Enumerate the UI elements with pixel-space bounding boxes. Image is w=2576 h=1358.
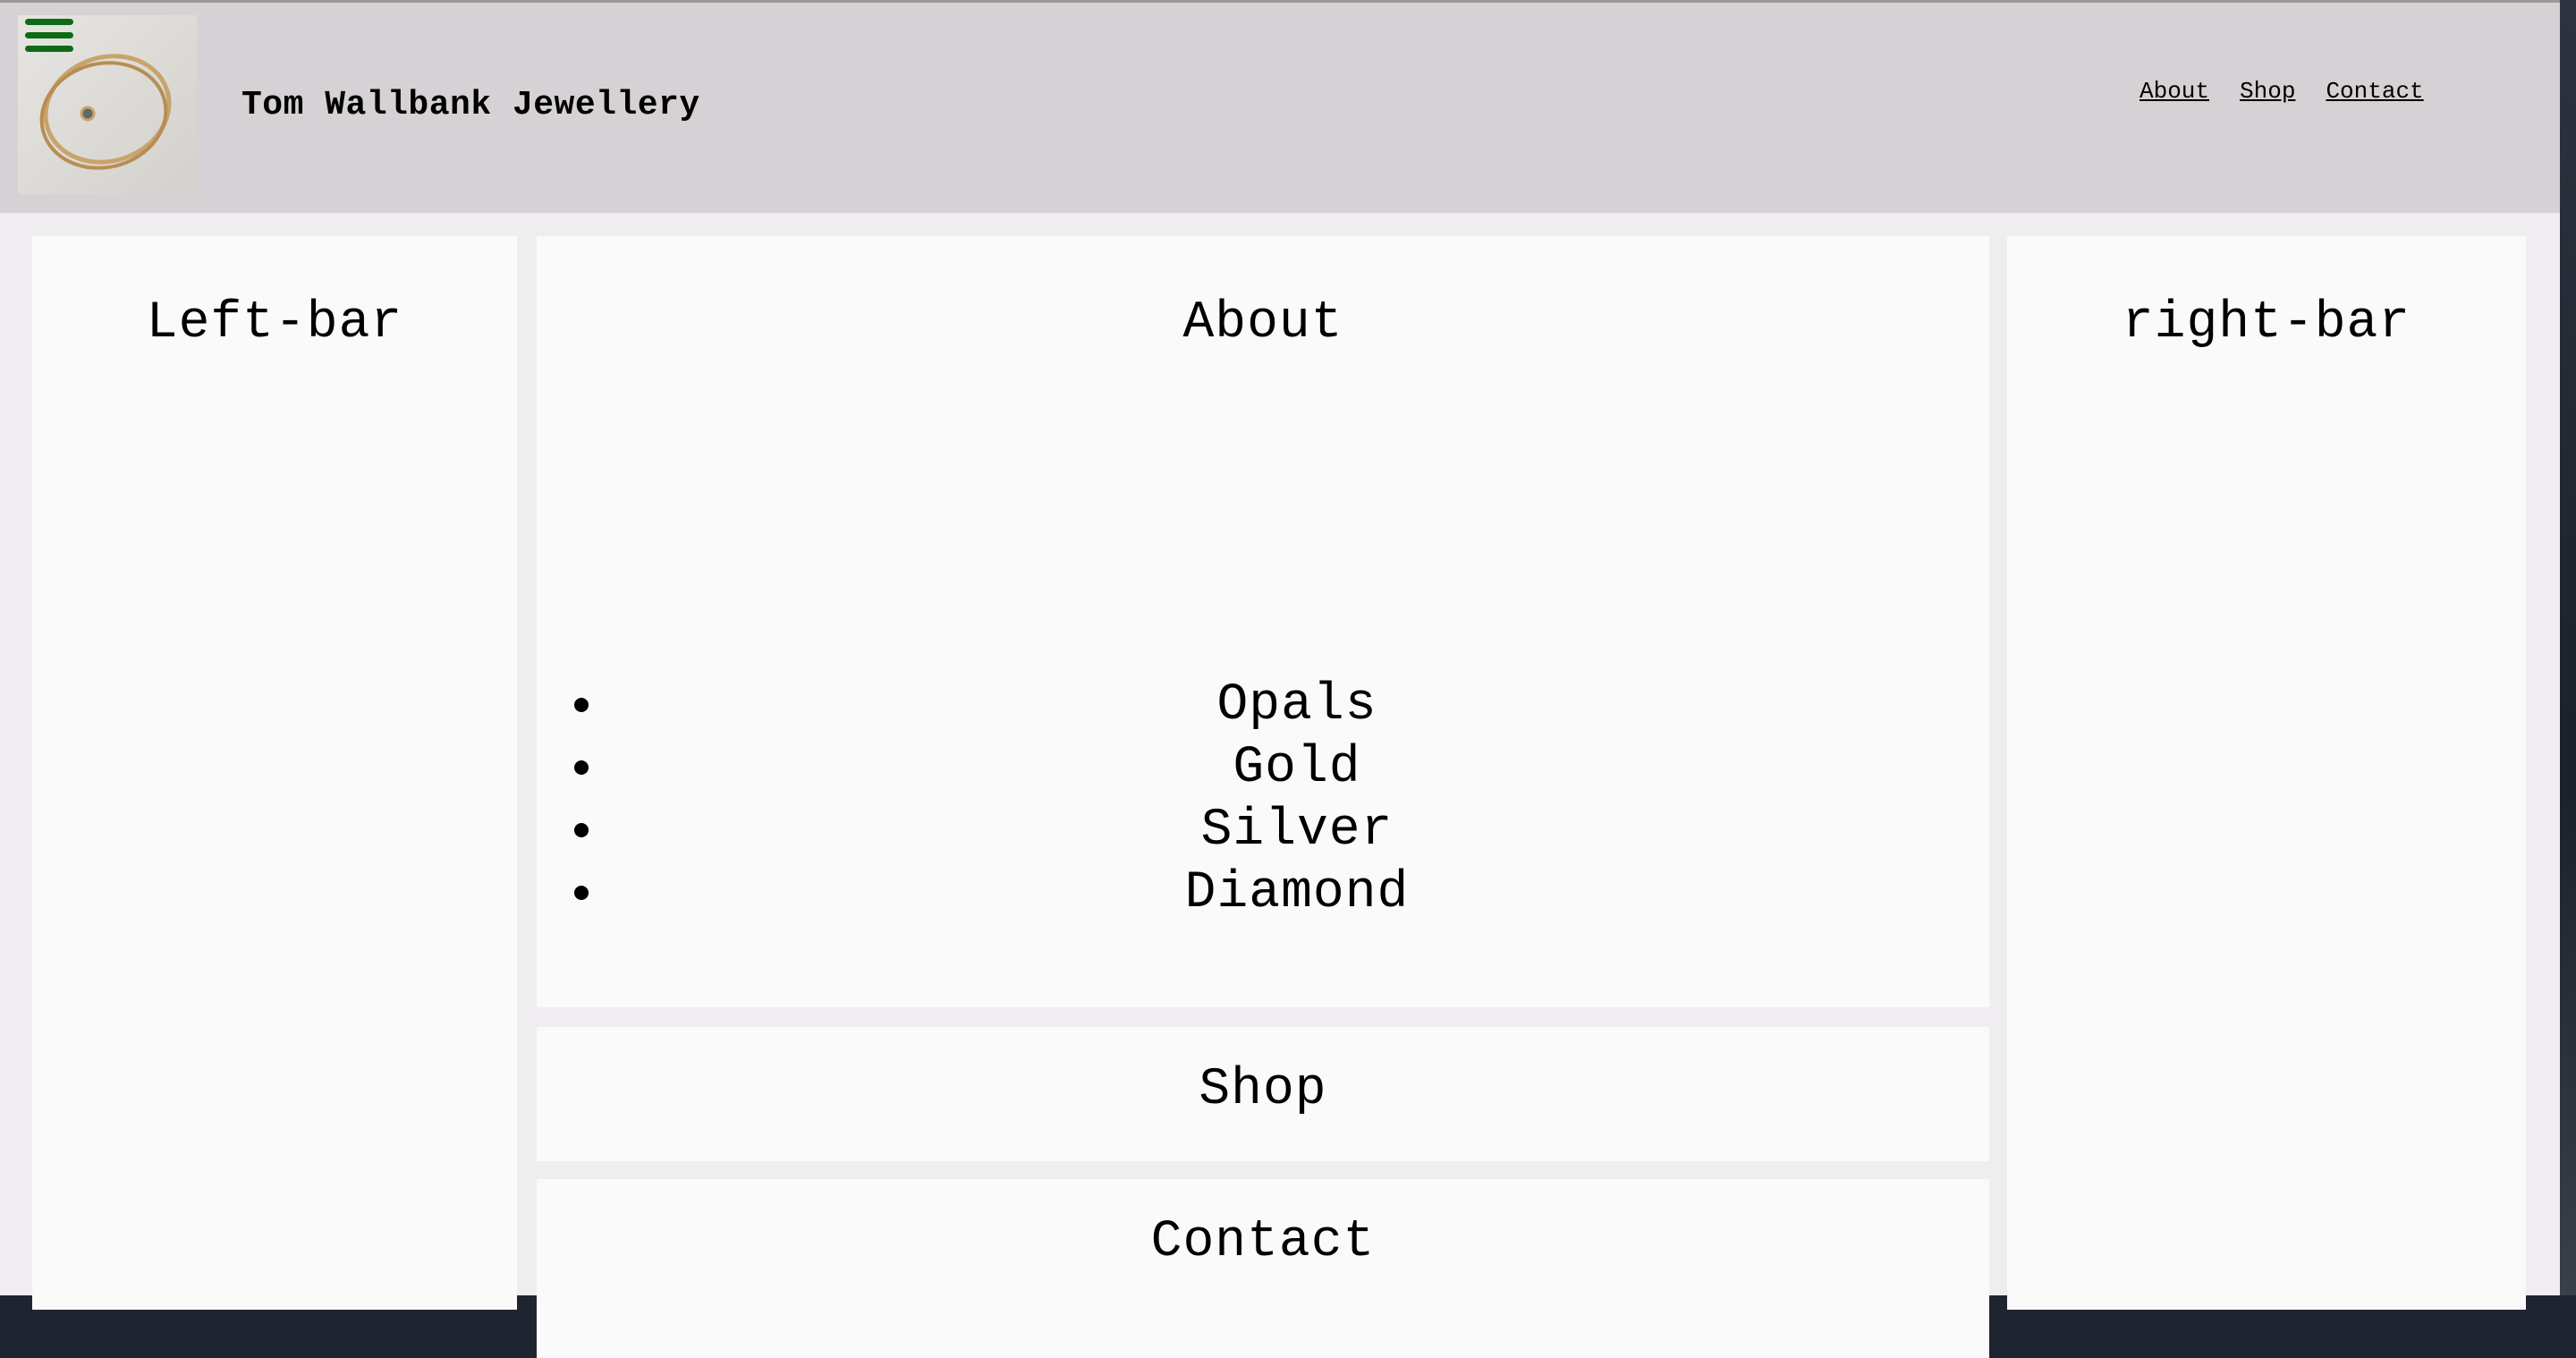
left-bar-title: Left-bar (146, 294, 403, 352)
desktop-background-edge (2560, 0, 2576, 1295)
page: Tom Wallbank Jewellery About Shop Contac… (0, 0, 2560, 1358)
list-item: Opals (608, 675, 1989, 737)
shop-title: Shop (1199, 1061, 1327, 1119)
main-container: Left-bar About Opals Gold Silver Diamond… (16, 218, 2544, 1358)
left-bar: Left-bar (32, 236, 517, 1310)
shop-section: Shop (537, 1027, 1989, 1161)
about-title: About (1182, 294, 1343, 352)
materials-list: Opals Gold Silver Diamond (537, 675, 1989, 925)
right-bar: right-bar (2007, 236, 2526, 1310)
nav-link-shop[interactable]: Shop (2240, 78, 2295, 105)
site-header: Tom Wallbank Jewellery About Shop Contac… (0, 0, 2560, 213)
list-item: Diamond (608, 862, 1989, 925)
contact-section: Contact (537, 1179, 1989, 1358)
nav-link-contact[interactable]: Contact (2326, 78, 2423, 105)
right-bar-title: right-bar (2122, 294, 2411, 352)
site-title: Tom Wallbank Jewellery (242, 86, 700, 124)
nav-link-about[interactable]: About (2140, 78, 2209, 105)
top-nav: About Shop Contact (2140, 78, 2424, 105)
about-section: About Opals Gold Silver Diamond (537, 236, 1989, 1007)
contact-title: Contact (1150, 1213, 1376, 1271)
menu-icon[interactable] (25, 19, 73, 58)
list-item: Gold (608, 737, 1989, 800)
list-item: Silver (608, 800, 1989, 862)
